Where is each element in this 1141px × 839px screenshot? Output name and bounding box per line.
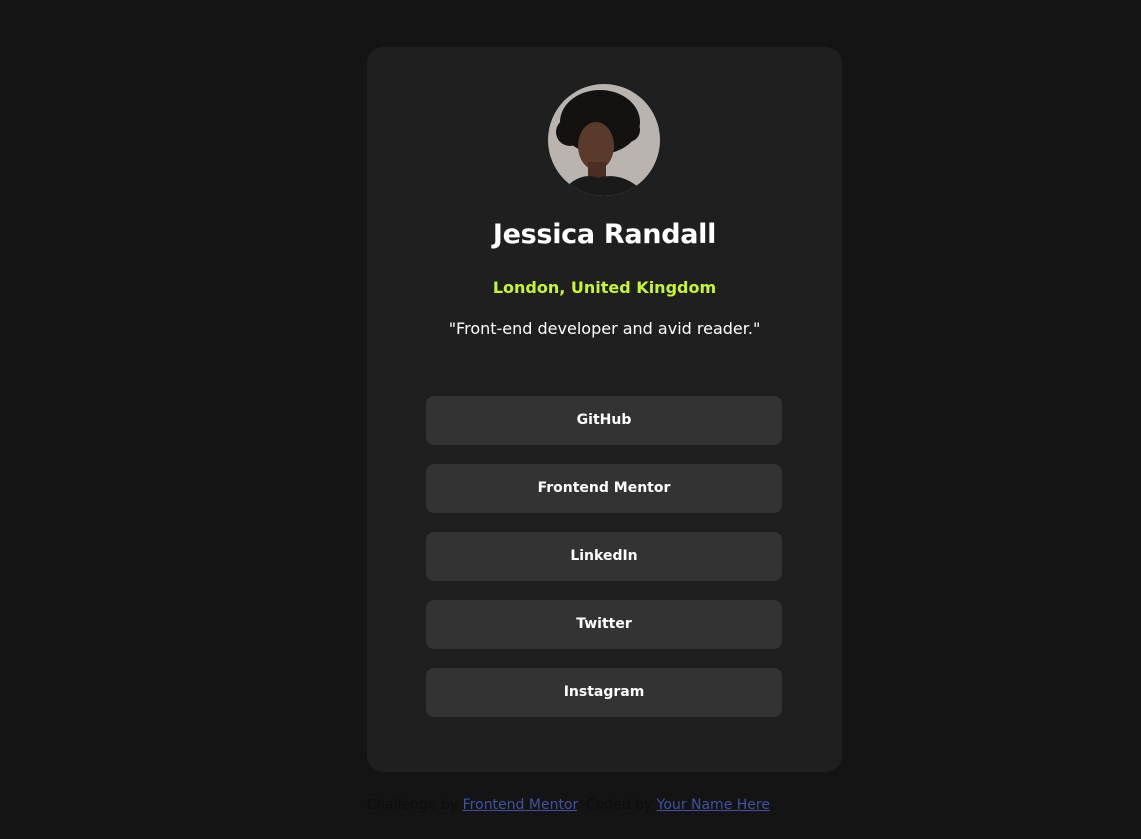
twitter-link-button[interactable]: Twitter xyxy=(426,600,782,649)
instagram-link-button[interactable]: Instagram xyxy=(426,668,782,717)
github-link-button[interactable]: GitHub xyxy=(426,396,782,445)
profile-card: Jessica Randall London, United Kingdom "… xyxy=(367,47,842,772)
profile-name: Jessica Randall xyxy=(492,219,717,250)
author-footer-link[interactable]: Your Name Here xyxy=(657,797,770,813)
footer-suffix: . xyxy=(769,797,775,813)
social-links: GitHub Frontend Mentor LinkedIn Twitter … xyxy=(426,396,782,736)
profile-bio: "Front-end developer and avid reader." xyxy=(448,319,761,338)
avatar xyxy=(548,84,660,196)
frontend-mentor-link-button[interactable]: Frontend Mentor xyxy=(426,464,782,513)
attribution-footer: Challenge by Frontend Mentor. Coded by Y… xyxy=(0,797,1141,813)
profile-location: London, United Kingdom xyxy=(492,278,717,297)
profile-photo-icon xyxy=(548,84,660,196)
footer-middle: . Coded by xyxy=(576,797,653,813)
linkedin-link-button[interactable]: LinkedIn xyxy=(426,532,782,581)
frontend-mentor-footer-link[interactable]: Frontend Mentor xyxy=(463,797,577,813)
footer-prefix: Challenge by xyxy=(366,797,459,813)
